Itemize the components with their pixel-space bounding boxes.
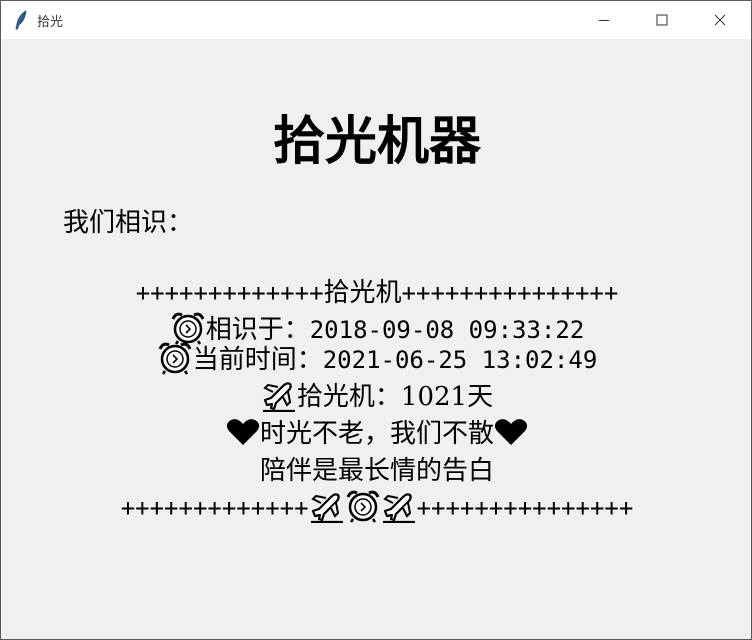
- bottom-rule-right: +++++++++++++++: [416, 494, 634, 522]
- close-button[interactable]: [691, 1, 749, 39]
- airplane-departure-icon: [382, 493, 415, 523]
- motto-text: 时光不老，我们不散: [259, 419, 494, 449]
- heart-icon: [226, 419, 260, 445]
- window-title: 拾光: [37, 15, 64, 30]
- bottom-rule: +++++++++++++ +++++++++++++++: [1, 490, 751, 526]
- maximize-icon: [656, 14, 668, 26]
- now-date: 2021-06-25 13:02:49: [322, 346, 598, 374]
- main-content: 拾光机器 我们相识： +++++++++++++拾光机+++++++++++++…: [1, 39, 751, 639]
- now-label: 当前时间：: [192, 345, 323, 375]
- page-title: 拾光机器: [272, 112, 481, 172]
- feather-icon: [15, 10, 27, 30]
- airplane-departure-icon: [310, 493, 343, 523]
- close-icon: [714, 14, 726, 26]
- airplane-departure-icon: [262, 382, 295, 412]
- days-label: 拾光机：: [296, 382, 401, 412]
- tagline-line: 陪伴是最长情的告白: [1, 453, 751, 489]
- met-date: 2018-09-08 09:33:22: [309, 316, 585, 344]
- minimize-button[interactable]: [575, 1, 633, 39]
- top-rule-left: +++++++++++++: [135, 279, 324, 307]
- met-label: 相识于：: [205, 315, 310, 345]
- motto-line: 时光不老，我们不散: [1, 416, 751, 452]
- top-rule: +++++++++++++拾光机+++++++++++++++: [1, 275, 751, 311]
- top-rule-right: +++++++++++++++: [401, 279, 619, 307]
- app-window: 拾光 拾光机器 我们相识： +++++++++++++拾光机++++++++++…: [0, 0, 752, 640]
- top-rule-label: 拾光机: [323, 278, 402, 308]
- tagline-text: 陪伴是最长情的告白: [259, 456, 494, 486]
- heart-icon: [494, 419, 528, 445]
- current-time-line: 当前时间：2021-06-25 13:02:49: [1, 342, 751, 378]
- alarm-clock-icon: [158, 342, 192, 375]
- minimize-icon: [599, 20, 609, 21]
- bottom-rule-left: +++++++++++++: [120, 494, 309, 522]
- alarm-clock-icon: [171, 312, 205, 345]
- alarm-clock-icon: [346, 490, 379, 523]
- maximize-button[interactable]: [633, 1, 691, 39]
- days-value: 1021天: [400, 382, 494, 412]
- subtitle-label: 我们相识：: [63, 208, 194, 238]
- days-line: 拾光机：1021天: [1, 379, 751, 415]
- title-bar[interactable]: 拾光: [1, 1, 751, 39]
